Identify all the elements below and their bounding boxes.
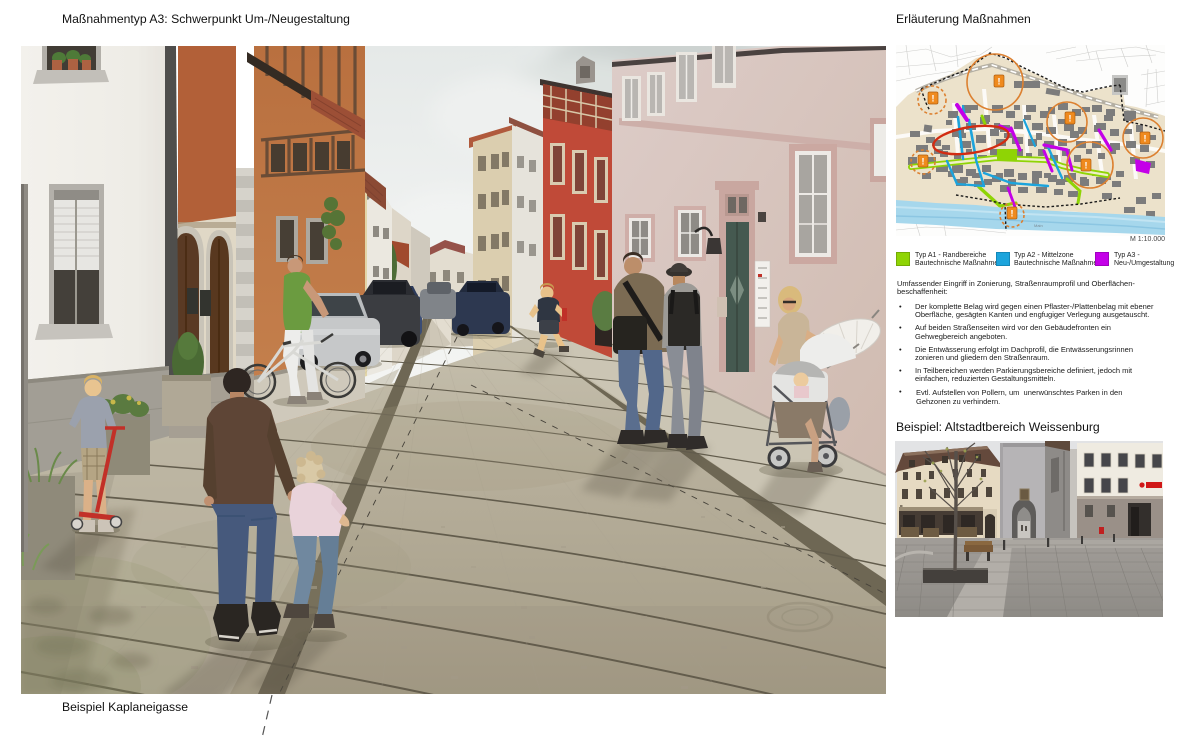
- svg-text:!: !: [998, 77, 1001, 87]
- svg-text:!: !: [1069, 114, 1072, 124]
- svg-text:Main: Main: [1034, 223, 1043, 228]
- svg-text:!: !: [922, 157, 925, 167]
- svg-text:!: !: [1144, 134, 1147, 144]
- svg-text:!: !: [1085, 161, 1088, 171]
- svg-text:!: !: [1011, 209, 1014, 219]
- svg-text:!: !: [932, 94, 935, 104]
